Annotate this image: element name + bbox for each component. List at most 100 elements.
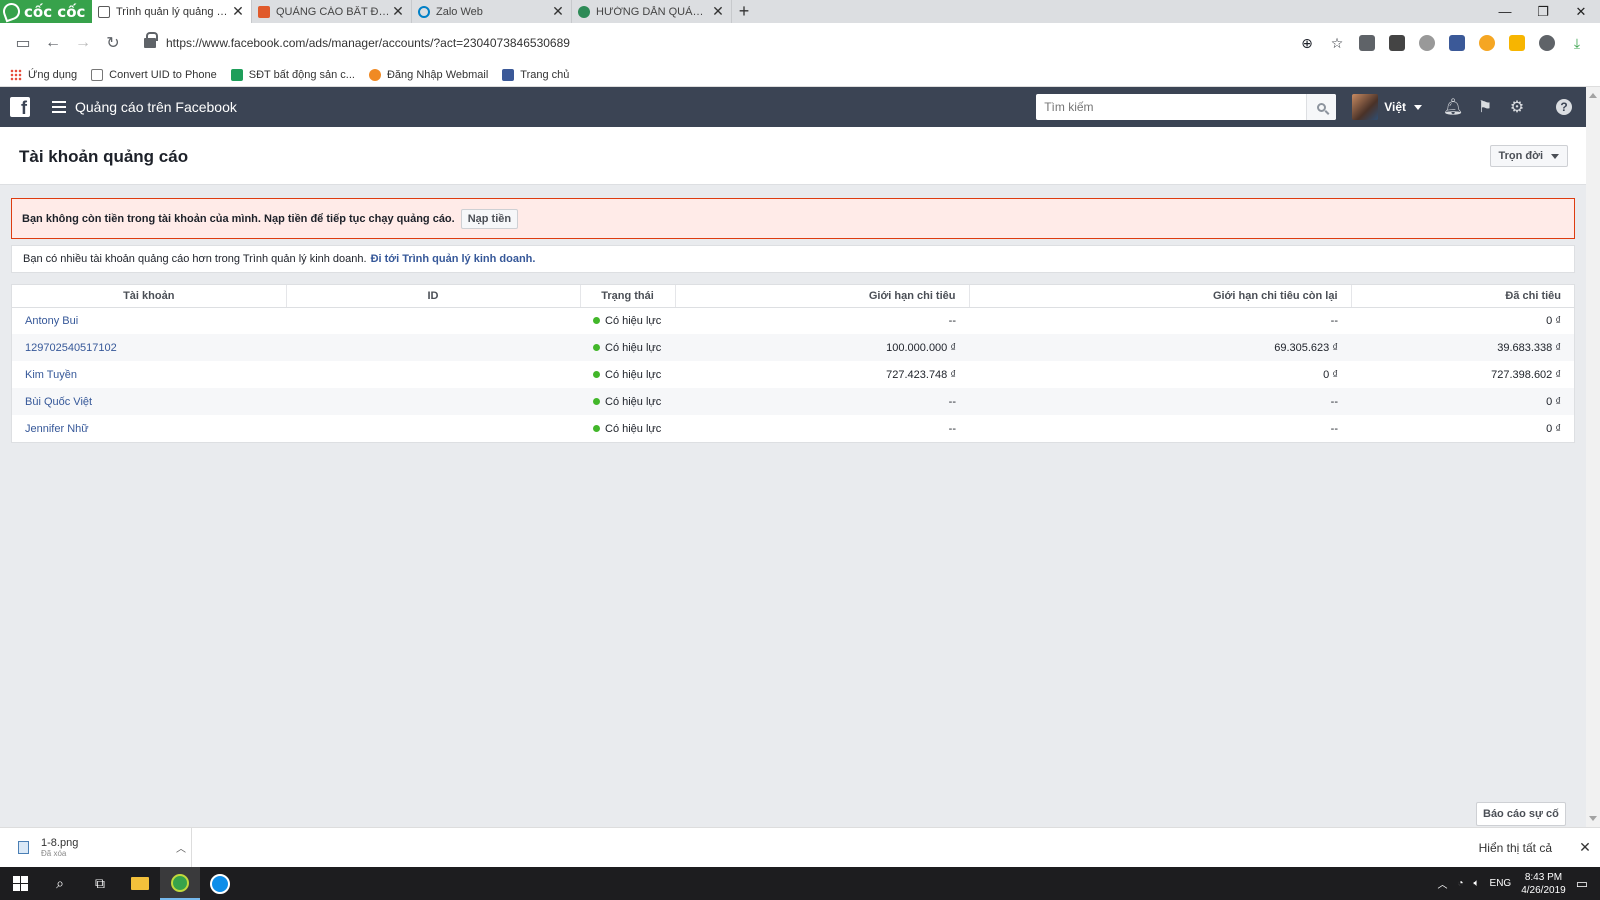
flag-icon[interactable]: ⚑ — [1476, 98, 1494, 116]
column-id[interactable]: ID — [286, 285, 581, 308]
forward-arrow-icon[interactable]: → — [68, 28, 98, 58]
account-link[interactable]: Kim Tuyền — [25, 369, 77, 381]
page-icon — [91, 68, 104, 81]
windows-taskbar: ⌕ ⧉ ︿ ◔ 🔈︎ ENG 8:43 PM 4/26/2019 ▭ — [0, 867, 1600, 900]
bookmark-home[interactable]: Trang chủ — [502, 68, 569, 81]
business-manager-info: Bạn có nhiều tài khoản quảng cáo hơn tro… — [11, 245, 1575, 273]
table-row: Bùi Quốc Việt Có hiệu lực -- -- 0 ₫ — [12, 388, 1574, 415]
tab-ads-guide[interactable]: HƯỚNG DẪN QUẢNG CÁ ✕ — [572, 0, 732, 23]
download-arrow-icon[interactable]: ⤓ — [1562, 28, 1592, 58]
teamviewer-taskbar-button[interactable] — [200, 867, 240, 900]
zoom-icon[interactable]: ⊕ — [1292, 28, 1322, 58]
bookmark-webmail[interactable]: Đăng Nhập Webmail — [368, 68, 488, 81]
report-problem-button[interactable]: Báo cáo sự cố — [1476, 802, 1566, 826]
account-link[interactable]: Bùi Quốc Việt — [25, 396, 92, 408]
show-all-downloads-link[interactable]: Hiển thị tất cả — [1479, 841, 1552, 855]
restore-icon[interactable]: ❐ — [1524, 0, 1562, 23]
close-download-bar-icon[interactable]: ✕ — [1570, 839, 1600, 856]
reload-icon[interactable]: ↻ — [98, 28, 128, 58]
back-arrow-icon[interactable]: ← — [38, 28, 68, 58]
tray-chevron-up-icon[interactable]: ︿ — [1437, 876, 1447, 891]
user-menu[interactable]: Việt — [1352, 94, 1422, 120]
address-bar[interactable]: https://www.facebook.com/ads/manager/acc… — [136, 28, 1284, 58]
fb-header: f Quảng cáo trên Facebook Việt 🔔︎ ⚑ ⚙ ? — [0, 87, 1586, 127]
coccoc-browser-icon — [171, 873, 189, 892]
add-funds-button[interactable]: Nạp tiền — [460, 208, 519, 229]
profile-icon[interactable] — [1532, 28, 1562, 58]
status-active-dot-icon — [593, 398, 600, 406]
sidebar-toggle-icon[interactable]: ▭ — [8, 28, 38, 58]
network-icon[interactable]: ◔ — [1457, 878, 1463, 889]
browser-logo[interactable]: cốc cốc — [0, 0, 92, 23]
tab-zalo-web[interactable]: Zalo Web ✕ — [412, 0, 572, 23]
volume-icon[interactable]: 🔈︎ — [1474, 878, 1480, 889]
window-controls: — ❐ ✕ — [1486, 0, 1600, 23]
gear-icon[interactable]: ⚙ — [1508, 98, 1526, 116]
browser-toolbar: ▭ ← → ↻ https://www.facebook.com/ads/man… — [0, 23, 1600, 63]
amount-spent: 727.398.602 ₫ — [1491, 368, 1561, 381]
notifications-bell-icon[interactable]: 🔔︎ — [1443, 98, 1463, 116]
extension-globe-icon[interactable] — [1412, 28, 1442, 58]
start-button[interactable] — [0, 867, 40, 900]
status-active-dot-icon — [593, 425, 600, 433]
download-manager-icon[interactable] — [1352, 28, 1382, 58]
bookmark-real-estate-phone[interactable]: SĐT bất động sản c... — [230, 68, 355, 81]
close-window-icon[interactable]: ✕ — [1562, 0, 1600, 23]
task-view-icon[interactable]: ⧉ — [80, 867, 120, 900]
bookmark-apps[interactable]: Ứng dụng — [10, 68, 77, 81]
extension-facebook-icon[interactable] — [1442, 28, 1472, 58]
column-account[interactable]: Tài khoản — [12, 285, 287, 308]
search-taskbar-icon[interactable]: ⌕ — [40, 867, 80, 900]
account-id — [286, 334, 580, 361]
file-explorer-button[interactable] — [120, 867, 160, 900]
coccoc-taskbar-button[interactable] — [160, 867, 200, 900]
business-manager-link[interactable]: Đi tới Trình quản lý kinh doanh. — [371, 253, 536, 265]
account-id — [286, 307, 580, 334]
facebook-logo-icon[interactable]: f — [10, 97, 30, 117]
bookmarks-bar: Ứng dụng Convert UID to Phone SĐT bất độ… — [0, 63, 1600, 87]
chevron-down-icon — [1414, 104, 1422, 110]
scroll-up-icon[interactable] — [1589, 93, 1597, 98]
hamburger-menu-icon[interactable] — [52, 101, 66, 113]
column-amount-spent[interactable]: Đã chi tiêu — [1351, 285, 1574, 308]
extension-dark-icon[interactable] — [1382, 28, 1412, 58]
url-text[interactable]: https://www.facebook.com/ads/manager/acc… — [166, 36, 570, 50]
column-status[interactable]: Trạng thái — [580, 285, 676, 308]
search-button[interactable] — [1306, 94, 1337, 120]
minimize-icon[interactable]: — — [1486, 0, 1524, 23]
tab-real-estate-ads[interactable]: QUẢNG CÁO BẤT ĐỘNG ✕ — [252, 0, 412, 23]
scroll-down-icon[interactable] — [1589, 816, 1597, 821]
bookmark-convert-uid[interactable]: Convert UID to Phone — [91, 68, 217, 81]
clock[interactable]: 8:43 PM 4/26/2019 — [1521, 871, 1566, 897]
account-link[interactable]: Jennifer Nhữ — [25, 423, 89, 435]
help-icon[interactable]: ? — [1556, 99, 1572, 115]
amount-spent: 0 ₫ — [1351, 388, 1574, 415]
search-input[interactable] — [1036, 94, 1307, 120]
tab-close-icon[interactable]: ✕ — [711, 3, 725, 20]
bookmark-star-icon[interactable]: ☆ — [1322, 28, 1352, 58]
chevron-up-icon[interactable]: ︿ — [171, 840, 191, 855]
account-link[interactable]: Antony Bui — [25, 315, 78, 327]
download-file-status: Đã xóa — [41, 849, 67, 858]
tab-ads-manager[interactable]: Trình quản lý quảng cáo ✕ — [92, 0, 252, 23]
tab-close-icon[interactable]: ✕ — [551, 3, 565, 20]
extension-bell-icon[interactable] — [1502, 28, 1532, 58]
spend-limit: -- — [675, 388, 969, 415]
account-id — [286, 415, 580, 442]
webmail-icon — [368, 68, 381, 81]
language-indicator[interactable]: ENG — [1490, 878, 1512, 889]
account-id — [286, 361, 580, 388]
tab-close-icon[interactable]: ✕ — [391, 3, 405, 20]
new-tab-plus-icon[interactable]: + — [732, 0, 756, 23]
extension-sun-icon[interactable] — [1472, 28, 1502, 58]
download-item[interactable]: 1-8.png Đã xóa ︿ — [0, 827, 192, 868]
column-remaining-limit[interactable]: Giới hạn chi tiêu còn lại — [969, 285, 1352, 308]
column-spend-limit[interactable]: Giới hạn chi tiêu — [675, 285, 970, 308]
date-range-dropdown[interactable]: Trọn đời — [1489, 145, 1568, 167]
account-link[interactable]: 129702540517102 — [25, 342, 117, 354]
tab-close-icon[interactable]: ✕ — [231, 3, 245, 20]
action-center-icon[interactable]: ▭ — [1576, 876, 1588, 892]
page-scrollbar[interactable] — [1586, 87, 1600, 827]
coccoc-leaf-icon — [0, 0, 23, 23]
fb-app-title[interactable]: Quảng cáo trên Facebook — [75, 99, 237, 115]
